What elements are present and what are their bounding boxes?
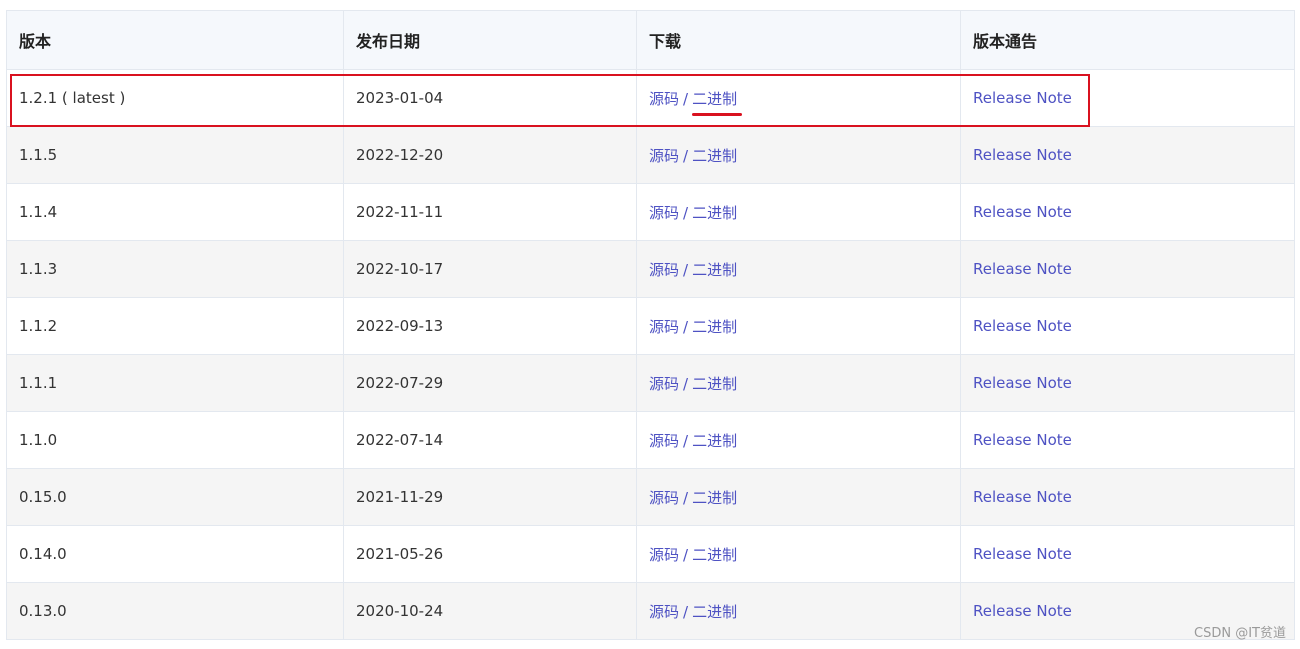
table-row: 0.15.0 2021-11-29 源码 / 二进制 Release Note (6, 468, 1295, 526)
source-link[interactable]: 源码 (649, 90, 679, 108)
cell-download: 源码 / 二进制 (636, 525, 961, 583)
cell-date: 2022-12-20 (343, 126, 637, 184)
header-download: 下载 (636, 10, 961, 70)
cell-release-note: Release Note (960, 411, 1295, 469)
link-separator: / (683, 146, 689, 165)
cell-version: 1.1.5 (6, 126, 344, 184)
link-separator: / (683, 431, 689, 450)
cell-download: 源码 / 二进制 (636, 411, 961, 469)
header-release-date: 发布日期 (343, 10, 637, 70)
link-separator: / (683, 260, 689, 279)
release-note-link[interactable]: Release Note (973, 89, 1072, 107)
cell-download: 源码 / 二进制 (636, 240, 961, 298)
cell-version: 1.1.3 (6, 240, 344, 298)
release-note-link[interactable]: Release Note (973, 431, 1072, 449)
cell-download: 源码 / 二进制 (636, 582, 961, 640)
release-note-link[interactable]: Release Note (973, 545, 1072, 563)
cell-release-note: Release Note (960, 297, 1295, 355)
source-link[interactable]: 源码 (649, 603, 679, 621)
link-separator: / (683, 203, 689, 222)
cell-version: 1.2.1 ( latest ) (6, 69, 344, 127)
binary-link[interactable]: 二进制 (692, 90, 737, 108)
cell-date: 2022-07-29 (343, 354, 637, 412)
table-row: 1.1.3 2022-10-17 源码 / 二进制 Release Note (6, 240, 1295, 298)
binary-link[interactable]: 二进制 (692, 489, 737, 507)
cell-release-note: Release Note (960, 468, 1295, 526)
cell-download: 源码 / 二进制 (636, 468, 961, 526)
source-link[interactable]: 源码 (649, 489, 679, 507)
cell-version: 1.1.2 (6, 297, 344, 355)
cell-release-note: Release Note (960, 240, 1295, 298)
cell-date: 2021-05-26 (343, 525, 637, 583)
release-note-link[interactable]: Release Note (973, 146, 1072, 164)
cell-download: 源码 / 二进制 (636, 69, 961, 127)
link-separator: / (683, 317, 689, 336)
cell-release-note: Release Note (960, 69, 1295, 127)
link-separator: / (683, 545, 689, 564)
cell-download: 源码 / 二进制 (636, 354, 961, 412)
cell-download: 源码 / 二进制 (636, 183, 961, 241)
table-row: 1.1.1 2022-07-29 源码 / 二进制 Release Note (6, 354, 1295, 412)
cell-version: 0.14.0 (6, 525, 344, 583)
cell-date: 2022-07-14 (343, 411, 637, 469)
source-link[interactable]: 源码 (649, 261, 679, 279)
release-note-link[interactable]: Release Note (973, 203, 1072, 221)
cell-date: 2023-01-04 (343, 69, 637, 127)
link-separator: / (683, 602, 689, 621)
table-row: 1.2.1 ( latest ) 2023-01-04 源码 / 二进制 Relea… (6, 69, 1295, 127)
cell-release-note: Release Note (960, 183, 1295, 241)
link-separator: / (683, 89, 689, 108)
cell-date: 2021-11-29 (343, 468, 637, 526)
release-table: 版本 发布日期 下载 版本通告 1.2.1 ( latest ) 2023-01… (6, 10, 1295, 640)
cell-version: 0.13.0 (6, 582, 344, 640)
table-header: 版本 发布日期 下载 版本通告 (6, 10, 1295, 70)
source-link[interactable]: 源码 (649, 375, 679, 393)
cell-release-note: Release Note (960, 126, 1295, 184)
release-note-link[interactable]: Release Note (973, 374, 1072, 392)
binary-link[interactable]: 二进制 (692, 432, 737, 450)
table-row: 1.1.2 2022-09-13 源码 / 二进制 Release Note (6, 297, 1295, 355)
source-link[interactable]: 源码 (649, 318, 679, 336)
watermark: CSDN @IT贫道 (1194, 626, 1286, 641)
source-link[interactable]: 源码 (649, 204, 679, 222)
cell-release-note: Release Note (960, 354, 1295, 412)
header-row: 版本 发布日期 下载 版本通告 (6, 10, 1295, 70)
binary-link[interactable]: 二进制 (692, 603, 737, 621)
cell-download: 源码 / 二进制 (636, 126, 961, 184)
cell-version: 1.1.1 (6, 354, 344, 412)
table-row: 0.14.0 2021-05-26 源码 / 二进制 Release Note (6, 525, 1295, 583)
table-row: 1.1.5 2022-12-20 源码 / 二进制 Release Note (6, 126, 1295, 184)
cell-date: 2022-11-11 (343, 183, 637, 241)
table-row: 1.1.4 2022-11-11 源码 / 二进制 Release Note (6, 183, 1295, 241)
link-separator: / (683, 374, 689, 393)
cell-date: 2022-10-17 (343, 240, 637, 298)
cell-release-note: Release Note (960, 525, 1295, 583)
binary-link[interactable]: 二进制 (692, 204, 737, 222)
source-link[interactable]: 源码 (649, 432, 679, 450)
cell-download: 源码 / 二进制 (636, 297, 961, 355)
cell-date: 2022-09-13 (343, 297, 637, 355)
cell-version: 1.1.4 (6, 183, 344, 241)
release-note-link[interactable]: Release Note (973, 602, 1072, 620)
header-version: 版本 (6, 10, 344, 70)
binary-link[interactable]: 二进制 (692, 375, 737, 393)
table-row: 1.1.0 2022-07-14 源码 / 二进制 Release Note (6, 411, 1295, 469)
binary-link[interactable]: 二进制 (692, 318, 737, 336)
binary-link[interactable]: 二进制 (692, 147, 737, 165)
source-link[interactable]: 源码 (649, 147, 679, 165)
cell-version: 0.15.0 (6, 468, 344, 526)
link-separator: / (683, 488, 689, 507)
source-link[interactable]: 源码 (649, 546, 679, 564)
release-note-link[interactable]: Release Note (973, 488, 1072, 506)
cell-date: 2020-10-24 (343, 582, 637, 640)
header-release-notes: 版本通告 (960, 10, 1295, 70)
table-body: 1.2.1 ( latest ) 2023-01-04 源码 / 二进制 Relea… (6, 69, 1295, 640)
release-note-link[interactable]: Release Note (973, 260, 1072, 278)
table-row: 0.13.0 2020-10-24 源码 / 二进制 Release Note (6, 582, 1295, 640)
binary-link[interactable]: 二进制 (692, 546, 737, 564)
release-table-container: 版本 发布日期 下载 版本通告 1.2.1 ( latest ) 2023-01… (6, 10, 1295, 640)
release-note-link[interactable]: Release Note (973, 317, 1072, 335)
cell-version: 1.1.0 (6, 411, 344, 469)
binary-link[interactable]: 二进制 (692, 261, 737, 279)
